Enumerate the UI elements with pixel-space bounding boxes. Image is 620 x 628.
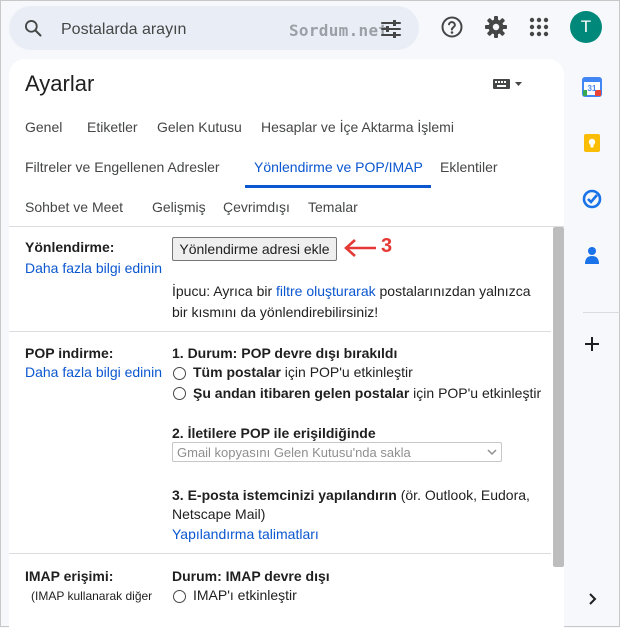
tab-advanced[interactable]: Gelişmiş — [152, 199, 206, 215]
pop-step3-heading: 3. E-posta istemcinizi yapılandırın (ör.… — [172, 487, 530, 503]
active-tab-indicator — [245, 185, 431, 188]
account-avatar[interactable]: T — [570, 11, 602, 43]
tab-forwarding-pop-imap[interactable]: Yönlendirme ve POP/IMAP — [254, 159, 423, 175]
search-icon[interactable] — [23, 18, 43, 38]
rail-divider — [583, 312, 620, 313]
settings-gear-icon[interactable] — [484, 15, 508, 39]
input-tools-keyboard-icon[interactable] — [493, 77, 523, 91]
watermark: Sordum.net — [289, 21, 389, 40]
imap-status: Durum: IMAP devre dışı — [172, 568, 330, 584]
tip-suffix: postalarınızdan yalnızca — [375, 283, 531, 299]
pop-opt1-rest: için POP'u etkinleştir — [280, 364, 413, 380]
scrollbar-thumb[interactable] — [553, 227, 564, 567]
pop-step3-line2: Netscape Mail) — [172, 506, 266, 522]
tab-chat-meet[interactable]: Sohbet ve Meet — [25, 199, 123, 215]
tab-labels[interactable]: Etiketler — [87, 119, 138, 135]
tab-themes[interactable]: Temalar — [308, 199, 358, 215]
annotation-step-number: 3 — [381, 235, 393, 257]
keep-notes-icon[interactable] — [582, 133, 602, 153]
help-icon[interactable] — [440, 15, 464, 39]
tab-filters-blocked[interactable]: Filtreler ve Engellenen Adresler — [25, 159, 220, 175]
contacts-icon[interactable] — [582, 245, 602, 265]
tip-prefix: İpucu: Ayrıca bir — [172, 283, 277, 299]
add-forwarding-address-button[interactable]: Yönlendirme adresi ekle — [172, 237, 337, 261]
tab-general[interactable]: Genel — [25, 119, 62, 135]
search-options-icon[interactable] — [381, 20, 401, 38]
chevron-down-icon — [487, 449, 497, 456]
search-input[interactable]: Postalarda arayın — [61, 21, 186, 39]
forwarding-tip-line2: bir kısmını da yönlendirebilirsiniz! — [172, 304, 379, 320]
svg-text:31: 31 — [588, 84, 597, 93]
pop-status: 1. Durum: POP devre dışı bırakıldı — [172, 345, 398, 361]
configuration-instructions-link[interactable]: Yapılandırma talimatları — [172, 526, 319, 542]
plus-icon[interactable] — [582, 334, 602, 354]
settings-panel: Ayarlar Genel Etiketler Gelen Kutusu Hes… — [9, 59, 564, 628]
page-title: Ayarlar — [25, 71, 95, 96]
imap-sublabel: (IMAP kullanarak diğer — [31, 589, 153, 603]
tab-offline[interactable]: Çevrimdışı — [223, 199, 290, 215]
pop-step2-heading: 2. İletilere POP ile erişildiğinde — [172, 425, 376, 441]
pop-step3-rest: (ör. Outlook, Eudora, — [396, 487, 530, 503]
search-bar[interactable]: Postalarda arayın Sordum.net — [9, 6, 419, 50]
forwarding-tip: İpucu: Ayrıca bir filtre oluşturarak pos… — [172, 283, 530, 299]
forwarding-label: Yönlendirme: — [25, 239, 115, 255]
tasks-icon[interactable] — [582, 189, 602, 209]
imap-enable-label[interactable]: IMAP'ı etkinleştir — [193, 587, 297, 603]
pop-label: POP indirme: — [25, 345, 114, 361]
pop-action-select[interactable]: Gmail kopyasını Gelen Kutusu'nda sakla — [172, 442, 502, 462]
pop-all-mail-label[interactable]: Tüm postalar için POP'u etkinleştir — [193, 364, 413, 380]
pop-opt2-bold: Şu andan itibaren gelen postalar — [193, 385, 410, 401]
imap-enable-radio[interactable] — [173, 590, 186, 603]
pop-opt2-rest: için POP'u etkinleştir — [409, 385, 542, 401]
imap-label: IMAP erişimi: — [25, 568, 114, 584]
section-divider — [9, 553, 551, 554]
chevron-right-icon[interactable] — [585, 592, 599, 606]
tab-inbox[interactable]: Gelen Kutusu — [157, 119, 242, 135]
create-filter-link[interactable]: filtre oluşturarak — [276, 283, 376, 299]
pop-step3-bold: 3. E-posta istemcinizi yapılandırın — [172, 487, 397, 503]
pop-all-mail-radio[interactable] — [173, 367, 186, 380]
annotation-arrow-icon — [344, 239, 376, 257]
section-divider — [9, 331, 551, 332]
pop-opt1-bold: Tüm postalar — [193, 364, 281, 380]
pop-learn-more-link[interactable]: Daha fazla bilgi edinin — [25, 364, 162, 380]
forwarding-learn-more-link[interactable]: Daha fazla bilgi edinin — [25, 260, 162, 276]
apps-grid-icon[interactable] — [527, 15, 551, 39]
tabs-divider — [9, 226, 564, 227]
pop-from-now-radio[interactable] — [173, 387, 186, 400]
tab-addons[interactable]: Eklentiler — [440, 159, 498, 175]
calendar-icon[interactable]: 31 — [582, 77, 602, 97]
tab-accounts-import[interactable]: Hesaplar ve İçe Aktarma İşlemi — [261, 119, 454, 135]
pop-from-now-label[interactable]: Şu andan itibaren gelen postalar için PO… — [193, 385, 541, 401]
